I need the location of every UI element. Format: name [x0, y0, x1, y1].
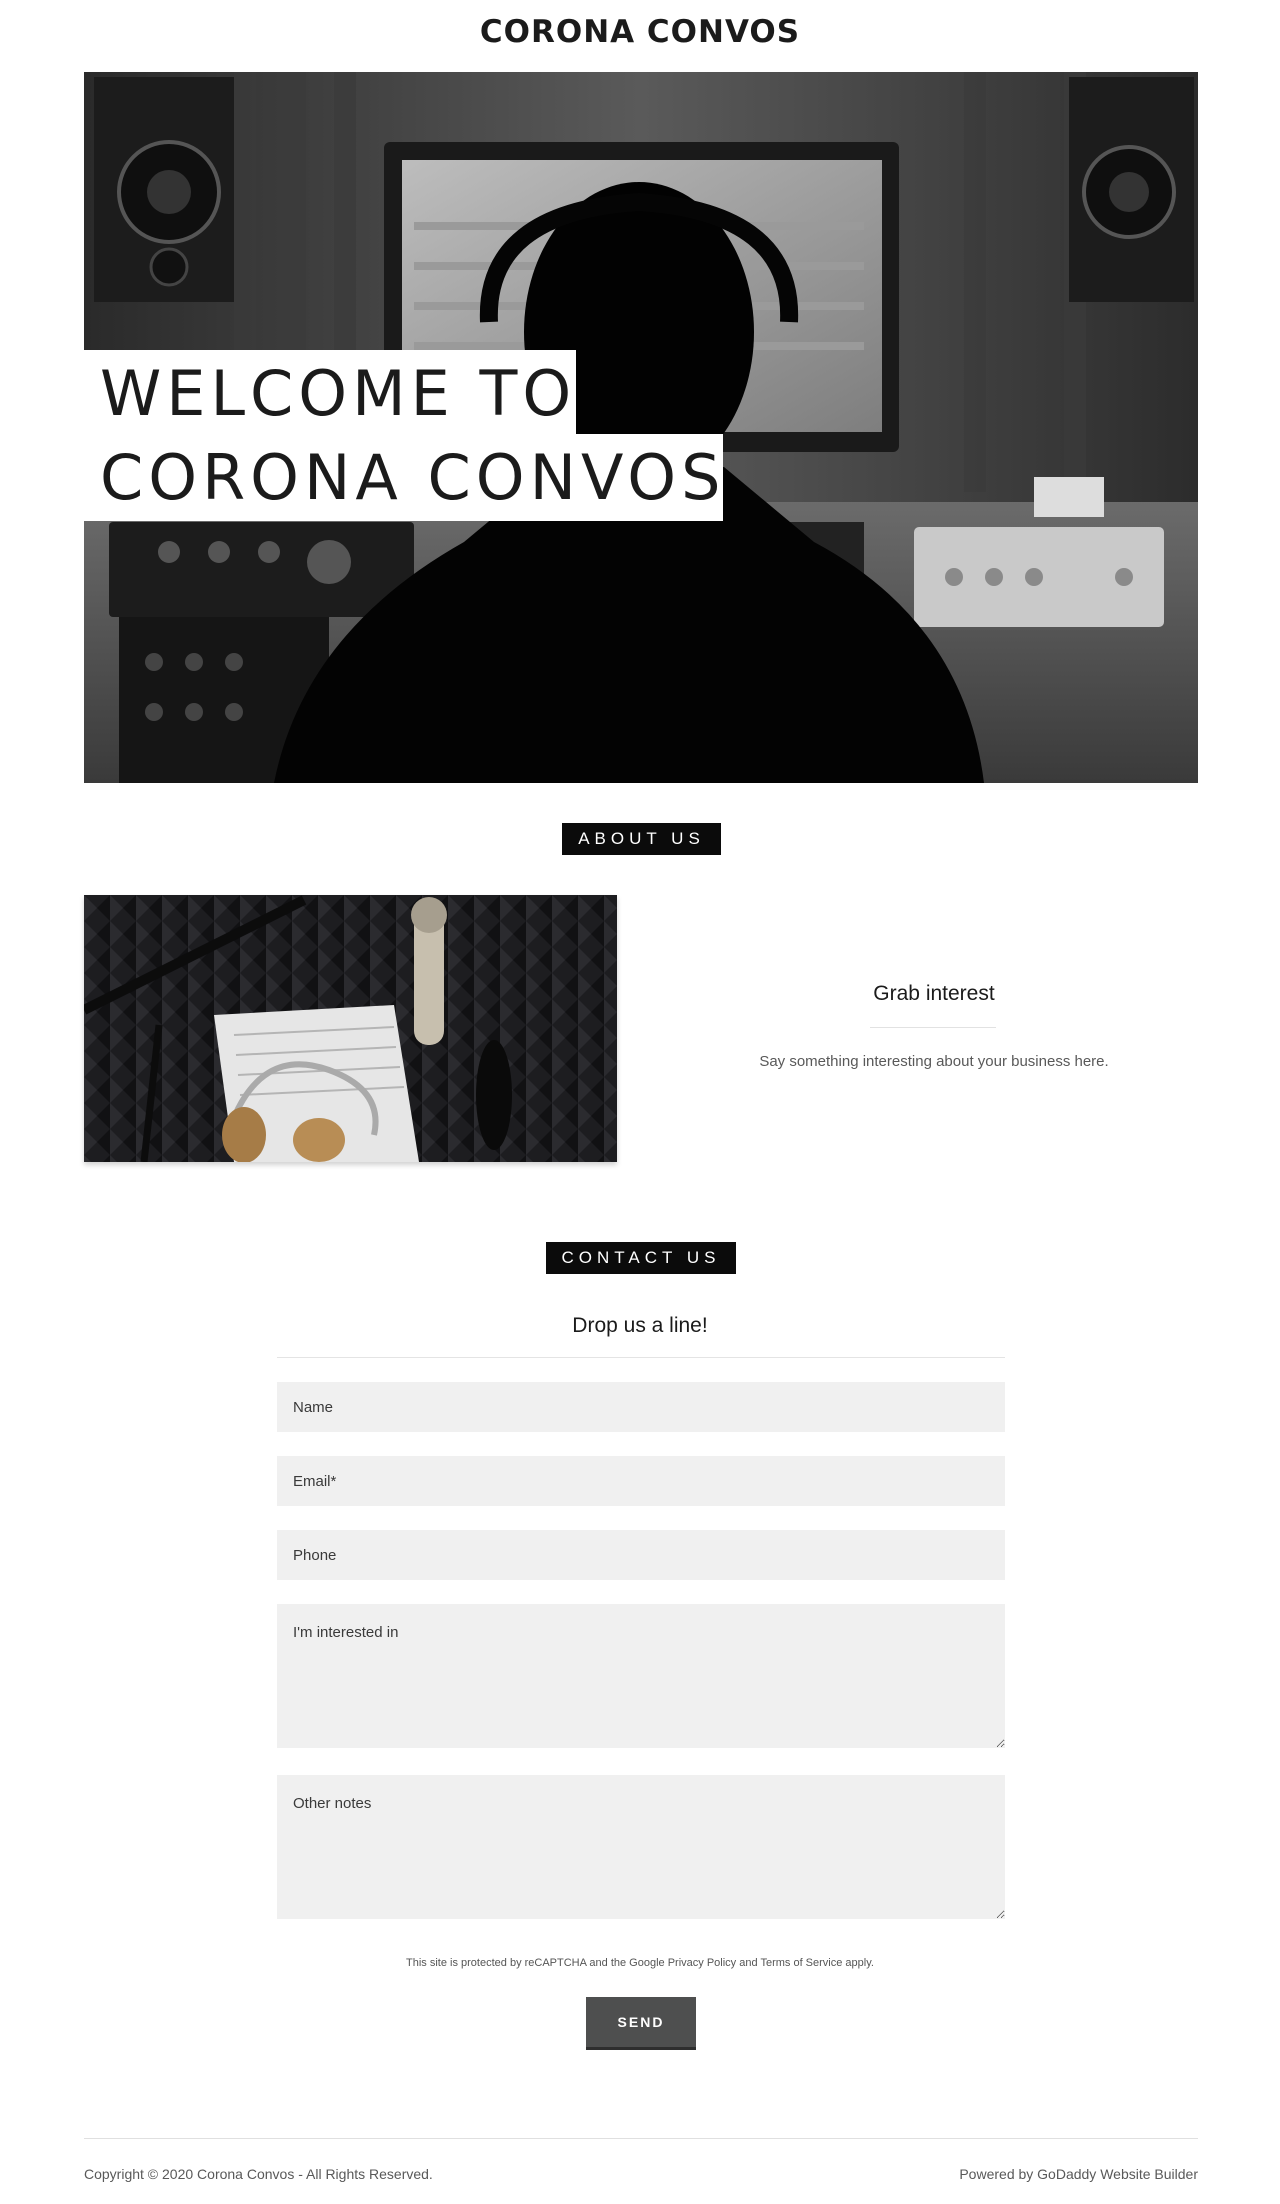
privacy-policy-link[interactable]: Privacy Policy	[668, 1957, 736, 1969]
hero-headline-line-1: WELCOME TO	[84, 350, 576, 437]
about-description: Say something interesting about your bus…	[759, 1053, 1109, 1070]
email-field[interactable]	[277, 1456, 1005, 1506]
terms-of-service-link[interactable]: Terms of Service	[760, 1957, 842, 1969]
about-section-label: ABOUT US	[562, 823, 721, 855]
notes-field[interactable]	[277, 1775, 1005, 1919]
microphone-image	[84, 895, 617, 1162]
recaptcha-notice: This site is protected by reCAPTCHA and …	[0, 1957, 1280, 1969]
footer-divider	[84, 2138, 1198, 2139]
about-image	[84, 895, 617, 1162]
hero-banner: WELCOME TO CORONA CONVOS	[84, 72, 1198, 783]
hero-headline-line-2: CORONA CONVOS	[84, 434, 723, 521]
name-field[interactable]	[277, 1382, 1005, 1432]
recaptcha-middle: and	[736, 1957, 761, 1969]
phone-field[interactable]	[277, 1530, 1005, 1580]
about-heading: Grab interest	[873, 982, 995, 1005]
interest-field[interactable]	[277, 1604, 1005, 1748]
contact-section-label: CONTACT US	[546, 1242, 736, 1274]
send-button[interactable]: SEND	[586, 1997, 696, 2050]
recaptcha-suffix: apply.	[842, 1957, 874, 1969]
about-divider	[870, 1027, 996, 1028]
powered-by-link[interactable]: Powered by GoDaddy Website Builder	[959, 2166, 1198, 2182]
contact-form-divider	[277, 1357, 1005, 1358]
contact-form-heading: Drop us a line!	[572, 1314, 708, 1337]
footer-copyright: Copyright © 2020 Corona Convos - All Rig…	[84, 2166, 433, 2182]
site-title[interactable]: CORONA CONVOS	[0, 14, 1280, 50]
recaptcha-prefix: This site is protected by reCAPTCHA and …	[406, 1957, 668, 1969]
